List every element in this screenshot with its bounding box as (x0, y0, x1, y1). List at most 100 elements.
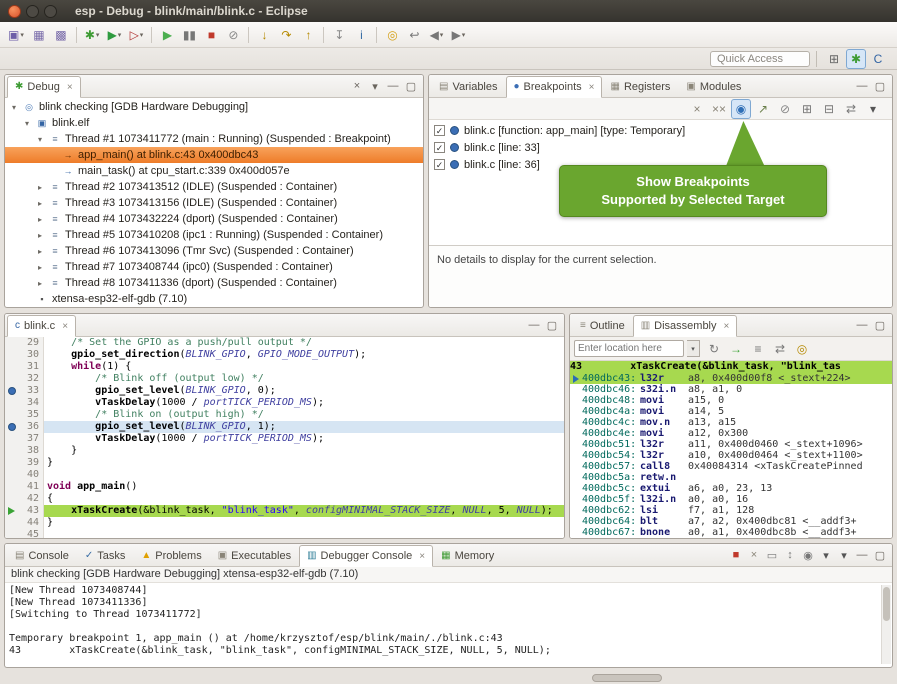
tree-node-main-task-at-cpu-start-c-339-0x400d057e[interactable]: →main_task() at cpu_start.c:339 0x400d05… (5, 163, 423, 179)
editor-line[interactable]: 42{ (5, 493, 564, 505)
cpp-perspective-button[interactable]: C (868, 49, 888, 69)
expand-toggle-icon[interactable]: ▸ (35, 215, 45, 224)
display-console-icon[interactable]: ▾ (817, 546, 835, 564)
instruction-stepping-icon[interactable]: i (351, 25, 371, 45)
step-over-icon[interactable]: ↷ (276, 25, 296, 45)
tree-node-blink-checking-gdb-hardware-debugging[interactable]: ▾◎blink checking [GDB Hardware Debugging… (5, 99, 423, 115)
new-wizard-icon[interactable]: ▣▾ (5, 25, 27, 45)
remove-all-terminated-icon[interactable]: × (348, 77, 366, 95)
close-window-button[interactable] (8, 5, 21, 18)
quick-access-button[interactable]: Quick Access (710, 51, 810, 67)
clear-console-icon[interactable]: ▭ (763, 546, 781, 564)
resume-icon[interactable]: ▶ (157, 25, 177, 45)
show-breakpoints-supported-icon[interactable]: ◉ (731, 99, 751, 119)
tab-outline[interactable]: ≡Outline (572, 314, 633, 336)
editor-line[interactable]: 41void app_main() (5, 481, 564, 493)
location-dropdown-icon[interactable]: ▾ (687, 340, 700, 357)
breakpoint-checkbox[interactable]: ✓ (434, 142, 445, 153)
expand-all-icon[interactable]: ⊞ (797, 99, 817, 119)
collapse-all-icon[interactable]: ⊟ (819, 99, 839, 119)
disassembly-line[interactable]: 400dbc5c:extuia6, a0, 23, 13 (570, 483, 892, 494)
save-all-icon[interactable]: ▩ (51, 25, 71, 45)
tab-debug[interactable]: ✱Debug× (7, 76, 81, 98)
tree-node-thread-1-1073411772-main-running-suspend[interactable]: ▾≡Thread #1 1073411772 (main : Running) … (5, 131, 423, 147)
expand-toggle-icon[interactable]: ▸ (35, 247, 45, 256)
goto-pc-icon[interactable]: → (726, 339, 746, 359)
editor-line[interactable]: 43 xTaskCreate(&blink_task, "blink_task"… (5, 505, 564, 517)
disassembly-line[interactable]: 400dbc4c:mov.na13, a15 (570, 417, 892, 428)
sync-icon[interactable]: ◎ (792, 339, 812, 359)
tree-node-thread-2-1073413512-idle-suspended-conta[interactable]: ▸≡Thread #2 1073413512 (IDLE) (Suspended… (5, 179, 423, 195)
go-to-file-icon[interactable]: ↗ (753, 99, 773, 119)
titlebar[interactable]: esp - Debug - blink/main/blink.c - Eclip… (0, 0, 897, 22)
tree-node-thread-5-1073410208-ipc1-running-suspend[interactable]: ▸≡Thread #5 1073410208 (ipc1 : Running) … (5, 227, 423, 243)
code-editor[interactable]: 29 /* Set the GPIO as a push/pull output… (5, 337, 564, 538)
breakpoint-checkbox[interactable]: ✓ (434, 125, 445, 136)
open-perspective-icon[interactable]: ⊞ (824, 49, 844, 69)
minimize-icon[interactable]: — (853, 546, 871, 564)
breakpoint-item[interactable]: ✓blink.c [function: app_main] [type: Tem… (429, 122, 892, 139)
editor-line[interactable]: 38 } (5, 445, 564, 457)
editor-line[interactable]: 44} (5, 517, 564, 529)
forward-icon[interactable]: ▶▾ (448, 25, 468, 45)
minimize-icon[interactable]: — (525, 316, 543, 334)
expand-toggle-icon[interactable]: ▸ (35, 199, 45, 208)
tab-executables[interactable]: ▣Executables (210, 544, 299, 566)
refresh-icon[interactable]: ↻ (704, 339, 724, 359)
expand-toggle-icon[interactable]: ▾ (35, 135, 45, 144)
maximize-icon[interactable]: ▢ (543, 316, 561, 334)
run-icon[interactable]: ▶▾ (104, 25, 124, 45)
expand-toggle-icon[interactable]: ▸ (35, 183, 45, 192)
tab-blink-c[interactable]: cblink.c× (7, 315, 76, 337)
step-return-icon[interactable]: ↑ (298, 25, 318, 45)
editor-line[interactable]: 37 vTaskDelay(1000 / portTICK_PERIOD_MS)… (5, 433, 564, 445)
tab-console[interactable]: ▤Console (7, 544, 77, 566)
disassembly-line[interactable]: 400dbc48:movia15, 0 (570, 395, 892, 406)
breakpoint-marker[interactable] (5, 385, 18, 397)
remove-all-breakpoints-icon[interactable]: ×× (709, 99, 729, 119)
horizontal-scrollbar[interactable] (592, 674, 662, 682)
expand-toggle-icon[interactable]: ▾ (22, 119, 32, 128)
tab-debugger-console[interactable]: ▥Debugger Console× (299, 545, 433, 567)
last-edit-location-icon[interactable]: ↩ (404, 25, 424, 45)
tab-registers[interactable]: ▦Registers (602, 75, 678, 97)
maximize-window-button[interactable] (44, 5, 57, 18)
editor-line[interactable]: 32 /* Blink off (output low) */ (5, 373, 564, 385)
maximize-icon[interactable]: ▢ (871, 77, 889, 95)
back-icon[interactable]: ◀▾ (426, 25, 446, 45)
tab-breakpoints[interactable]: ●Breakpoints× (506, 76, 603, 98)
disassembly-line[interactable]: 400dbc64:blta7, a2, 0x400dbc81 <__addf3+ (570, 516, 892, 527)
tab-disassembly[interactable]: ▥Disassembly× (633, 315, 738, 337)
tree-node-thread-7-1073408744-ipc0-suspended-conta[interactable]: ▸≡Thread #7 1073408744 (ipc0) (Suspended… (5, 259, 423, 275)
disassembly-line[interactable]: 400dbc46:s32i.na8, a1, 0 (570, 384, 892, 395)
terminate-console-icon[interactable]: ■ (727, 546, 745, 564)
step-into-icon[interactable]: ↓ (254, 25, 274, 45)
tab-modules[interactable]: ▣Modules (678, 75, 749, 97)
current-line-arrow[interactable] (5, 505, 18, 517)
console-scrollbar[interactable] (881, 585, 891, 664)
close-icon[interactable]: × (724, 321, 730, 332)
tree-node-app-main-at-blink-c-43-0x400dbc43[interactable]: →app_main() at blink.c:43 0x400dbc43 (5, 147, 423, 163)
close-icon[interactable]: × (62, 321, 68, 332)
close-icon[interactable]: × (419, 551, 425, 562)
breakpoint-checkbox[interactable]: ✓ (434, 159, 445, 170)
editor-line[interactable]: 35 /* Blink on (output high) */ (5, 409, 564, 421)
tab-tasks[interactable]: ✓Tasks (77, 544, 134, 566)
close-icon[interactable]: × (589, 82, 595, 93)
disassembly-line[interactable]: 400dbc67:bnonea0, a1, 0x400dbc8b <__addf… (570, 527, 892, 538)
disassembly-line[interactable]: 400dbc54:l32ra10, 0x400d0464 <_stext+110… (570, 450, 892, 461)
pin-console-icon[interactable]: ◉ (799, 546, 817, 564)
editor-line[interactable]: 36 gpio_set_level(BLINK_GPIO, 1); (5, 421, 564, 433)
disassembly-line[interactable]: 400dbc62:lsif7, a1, 128 (570, 505, 892, 516)
maximize-icon[interactable]: ▢ (871, 316, 889, 334)
editor-line[interactable]: 39} (5, 457, 564, 469)
editor-line[interactable]: 30 gpio_set_direction(BLINK_GPIO, GPIO_M… (5, 349, 564, 361)
disconnect-icon[interactable]: ⊘ (223, 25, 243, 45)
editor-line[interactable]: 45 (5, 529, 564, 538)
disassembly-listing[interactable]: 43 xTaskCreate(&blink_task, "blink_tas40… (570, 361, 892, 538)
debug-perspective-button[interactable]: ✱ (846, 49, 866, 69)
disassembly-line[interactable]: 400dbc57:call80x40084314 <xTaskCreatePin… (570, 461, 892, 472)
editor-line[interactable]: 40 (5, 469, 564, 481)
search-icon[interactable]: ◎ (382, 25, 402, 45)
tree-node-xtensa-esp32-elf-gdb-7-10[interactable]: ▪xtensa-esp32-elf-gdb (7.10) (5, 291, 423, 307)
